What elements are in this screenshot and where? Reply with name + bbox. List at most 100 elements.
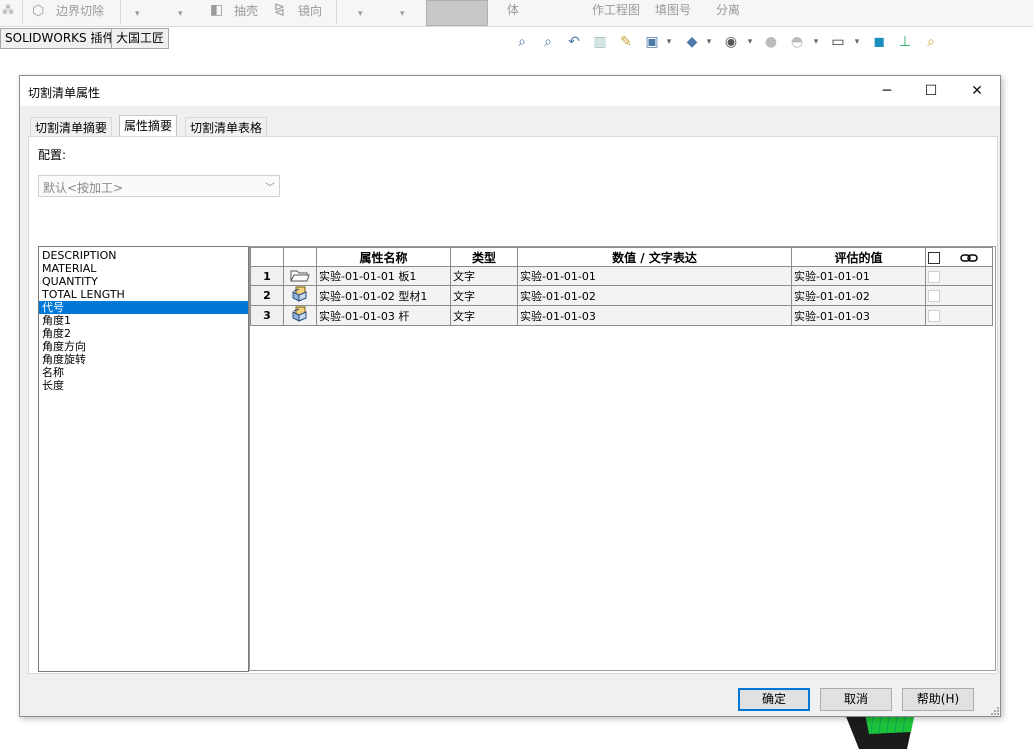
cell-property-name[interactable]: 实验-01-01-03 杆 (316, 305, 451, 326)
header-value-expression[interactable]: 数值 / 文字表达 (517, 247, 792, 267)
cell-type[interactable]: 文字 (450, 285, 518, 306)
zoom-to-fit-icon[interactable]: ⌕ (513, 33, 531, 51)
ribbon-boundary-cut[interactable]: 边界切除 (56, 5, 104, 17)
zoom-selection-icon[interactable]: ⌕ (922, 33, 940, 51)
ribbon-toolbar: ⁂ ⬡ 边界切除 ▾ ▾ ◧ 抽壳 ⧎ 镜向 ▾ ▾ 体 作工程图 填图号 分离 (0, 0, 1033, 27)
dropdown-arrow-icon[interactable]: ▾ (746, 33, 754, 51)
dialog-titlebar: 切割清单属性 ─ ☐ ✕ (20, 76, 1000, 106)
weldment-icon (292, 306, 307, 322)
property-list-item[interactable]: 角度2 (39, 327, 248, 340)
row-number: 2 (250, 285, 284, 306)
property-list-item[interactable]: QUANTITY (39, 275, 248, 288)
table-header-row: 属性名称 类型 数值 / 文字表达 评估的值 (250, 247, 993, 267)
tab-property-summary[interactable]: 属性摘要 (119, 115, 178, 138)
display-style-icon[interactable]: ◆ (683, 33, 701, 51)
cell-link (925, 285, 993, 306)
configuration-select[interactable]: 默认<按加工> ﹀ (38, 175, 280, 197)
tab-cut-list-summary[interactable]: 切割清单摘要 (30, 117, 113, 138)
cell-value-expression[interactable]: 实验-01-01-01 (517, 266, 792, 286)
ribbon-partial-label: 分离 (716, 3, 741, 17)
scene-icon[interactable]: ◓ (788, 33, 806, 51)
dialog-title: 切割清单属性 (28, 86, 101, 100)
header-property-name[interactable]: 属性名称 (316, 247, 451, 267)
property-list-item[interactable]: 角度旋转 (39, 353, 248, 366)
view-settings-icon[interactable]: ▭ (829, 33, 847, 51)
ribbon-separator (22, 0, 23, 24)
command-tab-dagong[interactable]: 大国工匠 (111, 28, 170, 49)
model-preview (845, 712, 915, 749)
table-row[interactable]: 1 实验-01-01-01 板1 文字 实验-01-01-01 实验-01-01… (250, 266, 993, 286)
minimize-icon[interactable]: ─ (864, 76, 910, 106)
property-list-item[interactable]: 角度方向 (39, 340, 248, 353)
cell-property-name[interactable]: 实验-01-01-02 型材1 (316, 285, 451, 306)
header-type[interactable]: 类型 (450, 247, 518, 267)
header-icon-column (283, 247, 317, 267)
property-grid: 属性名称 类型 数值 / 文字表达 评估的值 1 实验-01-01-01 板1 … (250, 247, 993, 326)
property-list-item[interactable]: 名称 (39, 366, 248, 379)
zoom-area-icon[interactable]: ⌕ (539, 33, 557, 51)
cell-link (925, 305, 993, 326)
dropdown-arrow-icon[interactable]: ▾ (135, 8, 140, 20)
link-checkbox[interactable] (928, 310, 940, 322)
ribbon-partial-label: 填图号 (655, 3, 692, 17)
dropdown-arrow-icon[interactable]: ▾ (812, 33, 820, 51)
help-button[interactable]: 帮助(H) (902, 688, 974, 711)
dropdown-arrow-icon[interactable]: ▾ (665, 33, 673, 51)
dynamic-annotation-icon[interactable]: ✎ (617, 33, 635, 51)
header-link-column (925, 247, 993, 267)
cell-value-expression[interactable]: 实验-01-01-02 (517, 285, 792, 306)
header-evaluated-value[interactable]: 评估的值 (791, 247, 926, 267)
dropdown-arrow-icon[interactable]: ▾ (705, 33, 713, 51)
row-icon-cell (283, 285, 317, 306)
ribbon-cutoff-glyph: ⁂ (2, 3, 14, 17)
ribbon-shell[interactable]: 抽壳 (234, 5, 258, 17)
dropdown-arrow-icon[interactable]: ▾ (358, 8, 363, 20)
appearance-icon[interactable]: ● (762, 33, 780, 51)
property-list-item[interactable]: MATERIAL (39, 262, 248, 275)
table-row[interactable]: 2 实验-01-01-02 型材1 文字 实验-01-01-02 实验-01-0… (250, 285, 993, 306)
property-list[interactable]: DESCRIPTION MATERIAL QUANTITY TOTAL LENG… (38, 246, 249, 672)
cell-value-expression[interactable]: 实验-01-01-03 (517, 305, 792, 326)
resize-grip-icon[interactable] (989, 705, 999, 715)
table-row[interactable]: 3 实验-01-01-03 杆 文字 实验-01-01-03 实验-01-01-… (250, 305, 993, 326)
dropdown-arrow-icon[interactable]: ▾ (853, 33, 861, 51)
property-table: 属性名称 类型 数值 / 文字表达 评估的值 1 实验-01-01-01 板1 … (249, 246, 996, 671)
close-icon[interactable]: ✕ (954, 76, 1000, 106)
ribbon-partial-label: 作工程图 (592, 3, 641, 17)
ribbon-grey-block (426, 0, 488, 26)
axis-triad-icon[interactable]: ⊥ (896, 33, 914, 51)
shell-icon: ◧ (210, 2, 224, 18)
link-icon[interactable] (960, 253, 978, 263)
header-corner (250, 247, 284, 267)
previous-view-icon[interactable]: ↶ (565, 33, 583, 51)
cell-property-name[interactable]: 实验-01-01-01 板1 (316, 266, 451, 286)
ok-button[interactable]: 确定 (738, 688, 810, 711)
maximize-icon[interactable]: ☐ (908, 76, 954, 106)
property-list-item[interactable]: 角度1 (39, 314, 248, 327)
row-number: 1 (250, 266, 284, 286)
ribbon-separator (120, 0, 121, 24)
view-orientation-icon[interactable]: ▣ (643, 33, 661, 51)
row-number: 3 (250, 305, 284, 326)
ribbon-mirror[interactable]: 镜向 (298, 5, 322, 17)
3d-cube-icon[interactable]: ◼ (870, 33, 888, 51)
command-tab-addins[interactable]: SOLIDWORKS 插件 (0, 28, 120, 49)
link-checkbox[interactable] (928, 290, 940, 302)
cancel-button[interactable]: 取消 (820, 688, 892, 711)
property-list-item[interactable]: DESCRIPTION (39, 249, 248, 262)
property-list-item-selected[interactable]: 代号 (39, 301, 248, 314)
property-list-item[interactable]: 长度 (39, 379, 248, 392)
section-view-icon[interactable]: ▥ (591, 33, 609, 51)
select-all-checkbox[interactable] (928, 251, 940, 264)
row-icon-cell (283, 305, 317, 326)
ribbon-partial-label: 体 (507, 3, 520, 17)
cell-type[interactable]: 文字 (450, 266, 518, 286)
dropdown-arrow-icon[interactable]: ▾ (178, 8, 183, 20)
link-checkbox[interactable] (928, 270, 940, 283)
cell-type[interactable]: 文字 (450, 305, 518, 326)
property-list-item[interactable]: TOTAL LENGTH (39, 288, 248, 301)
tab-cut-list-table[interactable]: 切割清单表格 (185, 117, 268, 138)
hide-show-icon[interactable]: ◉ (722, 33, 740, 51)
dropdown-arrow-icon[interactable]: ▾ (400, 8, 405, 20)
boundary-cut-icon: ⬡ (32, 3, 45, 19)
